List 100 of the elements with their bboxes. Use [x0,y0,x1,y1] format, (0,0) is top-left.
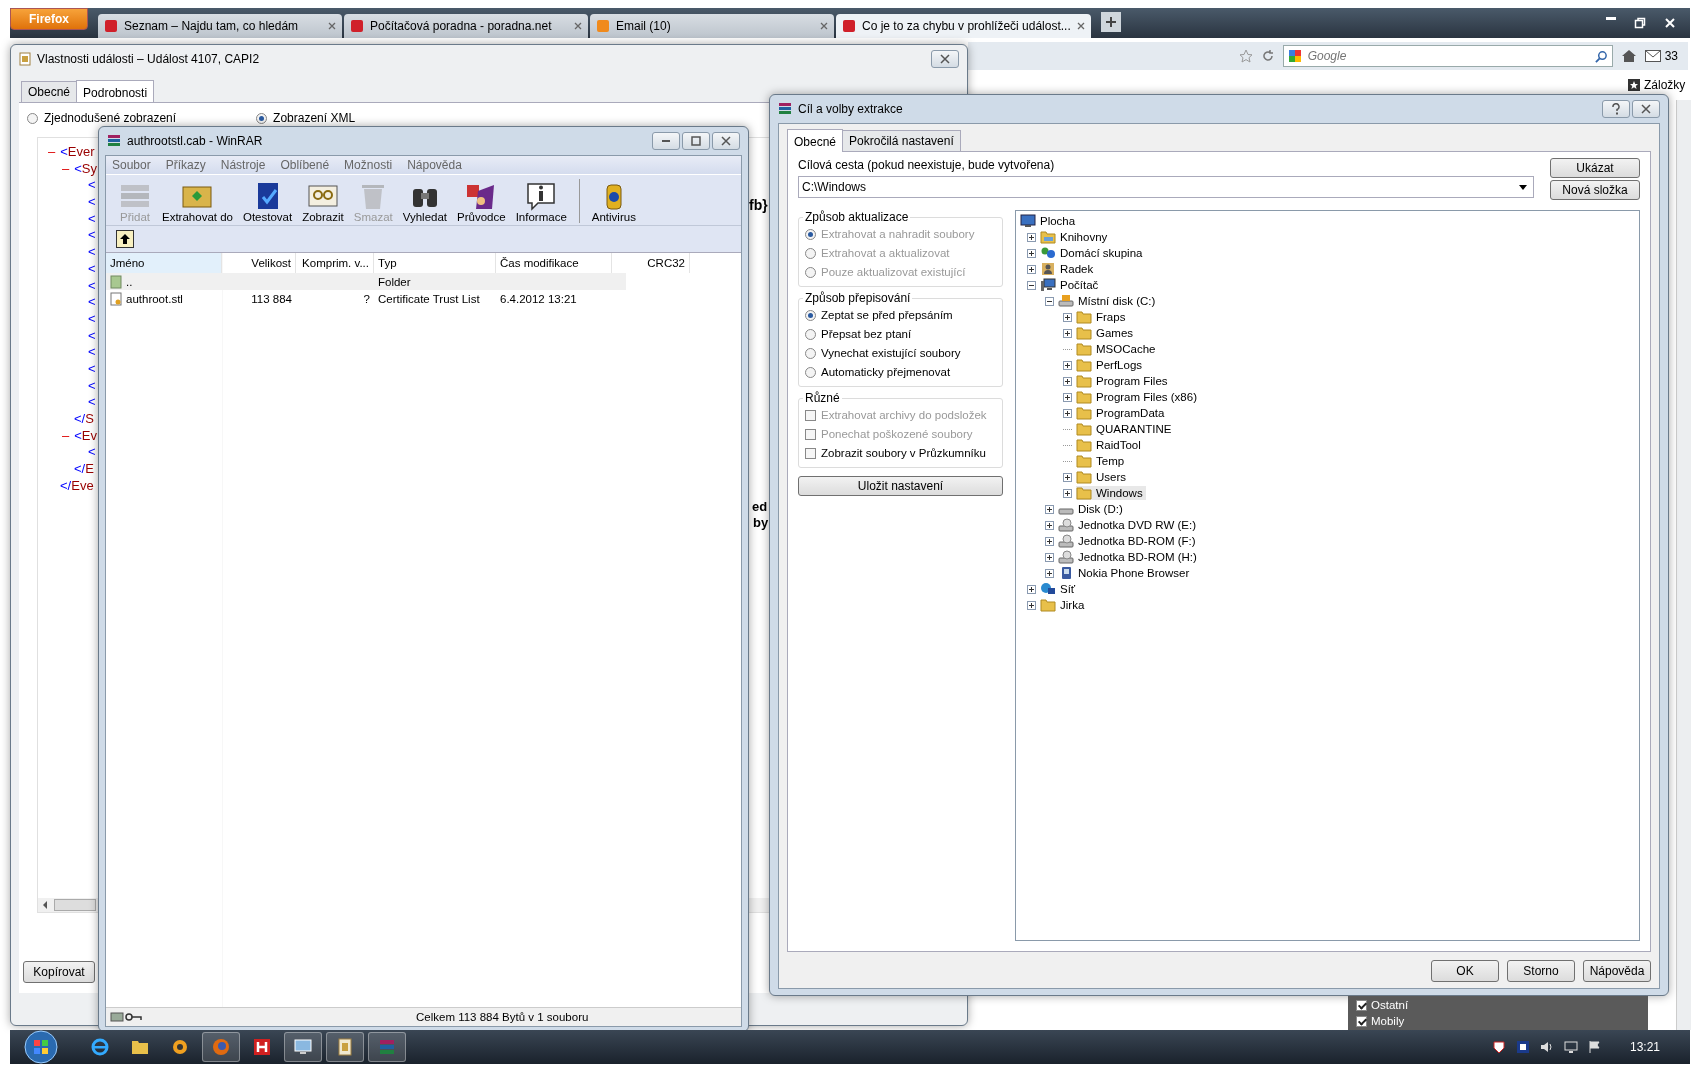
radio-button[interactable] [805,309,816,321]
start-button[interactable] [24,1030,58,1064]
star-icon[interactable] [1238,49,1253,63]
bookmarks-button[interactable]: Záložky [1628,78,1686,92]
expand-toggle-icon[interactable] [1062,312,1072,322]
menu-item[interactable]: Možnosti [344,158,393,172]
browser-tab[interactable]: Seznam – Najdu tam, co hledám [98,14,342,38]
tree-item[interactable]: Plocha [1020,214,1079,228]
tree-item[interactable]: Radek [1040,262,1097,276]
expand-toggle-icon[interactable] [1062,408,1072,418]
menu-item[interactable]: Nápověda [407,158,462,172]
network-status-icon[interactable] [1515,1040,1530,1054]
tree-item[interactable]: Windows [1076,486,1146,500]
tree-item[interactable]: Jirka [1040,598,1088,612]
checkbox[interactable] [805,447,816,459]
dropdown-icon[interactable] [1519,184,1527,190]
close-icon[interactable] [1076,22,1085,30]
expand-toggle-icon[interactable] [1062,488,1072,498]
tree-item[interactable]: Games [1076,326,1137,340]
collapse-toggle[interactable]: – [62,427,70,445]
close-button[interactable] [712,132,740,150]
event-viewer-taskbar-icon[interactable] [326,1032,364,1062]
dialog-button[interactable]: Ukázat [1550,158,1640,178]
tree-item[interactable]: Jednotka BD-ROM (H:) [1058,550,1200,564]
toolbar-button[interactable]: Antivirus [589,181,638,223]
dialog-button[interactable]: Nová složka [1550,180,1640,200]
expand-toggle-icon[interactable] [1062,328,1072,338]
checkbox[interactable] [1356,999,1367,1011]
flag-icon[interactable] [1587,1040,1602,1054]
radio-button[interactable] [256,112,268,124]
expand-toggle-icon[interactable] [1026,584,1036,594]
destination-path-field[interactable]: C:\Windows [798,176,1534,198]
tree-item[interactable]: Jednotka BD-ROM (F:) [1058,534,1199,548]
contact-filter[interactable]: Mobily [1356,1013,1640,1029]
contact-filter[interactable]: Ostatní [1356,997,1640,1013]
toolbar-button[interactable]: Průvodce [455,181,508,223]
radio-option[interactable]: Vynechat existující soubory [805,345,996,361]
toolbar-button[interactable]: Zobrazit [300,181,346,223]
tree-item[interactable]: QUARANTINE [1076,422,1175,436]
minimize-button[interactable] [652,132,680,150]
clock[interactable]: 13:21 [1629,1040,1660,1054]
mail-notifier[interactable]: 33 [1644,49,1678,63]
expand-toggle-icon[interactable] [1062,472,1072,482]
menu-item[interactable]: Nástroje [220,158,266,172]
radio-option[interactable]: Zeptat se před přepsáním [805,307,996,323]
radio-option[interactable]: Přepsat bez ptaní [805,326,996,342]
tree-item[interactable]: Temp [1076,454,1128,468]
expand-toggle-icon[interactable] [1044,568,1054,578]
expand-toggle-icon[interactable] [1026,248,1036,258]
tree-item[interactable]: Počítač [1040,278,1102,292]
expand-toggle-icon[interactable] [1044,552,1054,562]
browser-tab[interactable]: Email (10) [590,14,834,38]
browser-tab[interactable]: Co je to za chybu v prohlížeči událost... [836,14,1091,38]
scroll-left-icon[interactable] [42,901,48,909]
radio-button[interactable] [805,328,816,340]
home-icon[interactable] [1620,48,1637,64]
tree-item[interactable]: Users [1076,470,1130,484]
search-icon[interactable] [1594,49,1608,63]
winrar-taskbar-icon[interactable] [368,1032,406,1062]
dialog-button[interactable]: Storno [1507,960,1575,982]
expand-toggle-icon[interactable] [1044,536,1054,546]
column-header[interactable]: Jméno [106,253,222,273]
checkbox-option[interactable]: Zobrazit soubory v Průzkumníku [805,445,996,461]
tree-item[interactable]: Místní disk (C:) [1058,294,1159,308]
copy-button[interactable]: Kopírovat [23,961,95,983]
expand-toggle-icon[interactable] [1026,600,1036,610]
expand-toggle-icon[interactable] [1026,264,1036,274]
new-tab-icon[interactable] [1100,12,1121,32]
close-button[interactable] [931,50,959,68]
tree-item[interactable]: RaidTool [1076,438,1144,452]
checkbox[interactable] [1356,1015,1367,1027]
tree-item[interactable]: Disk (D:) [1058,502,1126,516]
dialog-button[interactable]: OK [1431,960,1499,982]
file-row[interactable]: authroot.stl 113 884 ? Certificate Trust List 6.4.2012 13:21 [106,290,626,307]
maximize-button[interactable] [682,132,710,150]
tab[interactable]: Obecné [21,81,78,102]
toolbar-button[interactable]: Extrahovat do [160,181,235,223]
menu-item[interactable]: Soubor [112,158,151,172]
shield-icon[interactable] [1491,1040,1506,1054]
tree-item[interactable]: Program Files [1076,374,1171,388]
tree-item[interactable]: Síť [1040,582,1079,596]
menu-item[interactable]: Oblíbené [280,158,330,172]
tab[interactable]: Podrobnosti [76,80,155,103]
speaker-icon[interactable] [1539,1040,1554,1054]
menu-item[interactable]: Příkazy [165,158,206,172]
reload-icon[interactable] [1260,49,1275,63]
collapse-toggle[interactable]: – [62,160,70,178]
expand-toggle-icon[interactable] [1044,520,1054,530]
app-taskbar-icon[interactable] [284,1032,322,1062]
radio-button[interactable] [805,347,816,359]
tree-item[interactable]: Domácí skupina [1040,246,1146,260]
collapse-toggle[interactable]: – [48,144,56,161]
file-row[interactable]: .. Folder [106,273,626,290]
help-button[interactable] [1602,100,1630,118]
save-settings-button[interactable]: Uložit nastavení [798,476,1003,496]
browser-tab[interactable]: Počítačová poradna - poradna.net [344,14,588,38]
restore-icon[interactable] [1634,17,1646,29]
tree-item[interactable]: Fraps [1076,310,1129,324]
expand-toggle-icon[interactable] [1044,504,1054,514]
tab[interactable]: Obecné [787,129,844,152]
